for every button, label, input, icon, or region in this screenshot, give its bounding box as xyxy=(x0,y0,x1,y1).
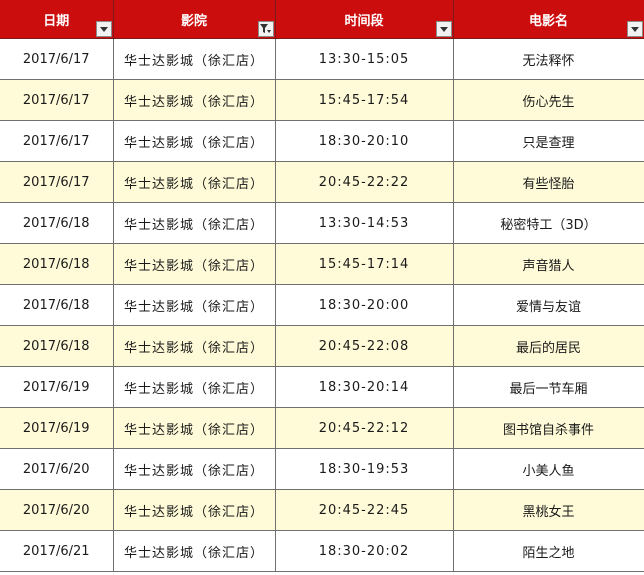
header-row: 日期 影院 时间段 电影名 xyxy=(0,0,644,39)
filter-applied-icon[interactable] xyxy=(257,21,274,37)
dropdown-arrow-icon[interactable] xyxy=(626,21,643,37)
date-cell[interactable]: 2017/6/19 xyxy=(0,366,114,408)
table-row: 2017/6/19 华士达影城（徐汇店） 20:45-22:12 图书馆自杀事件 xyxy=(0,407,644,449)
table-row: 2017/6/17 华士达影城（徐汇店） 15:45-17:54 伤心先生 xyxy=(0,79,644,121)
table-row: 2017/6/17 华士达影城（徐汇店） 20:45-22:22 有些怪胎 xyxy=(0,161,644,203)
column-header-time[interactable]: 时间段 xyxy=(275,0,454,39)
movie-cell[interactable]: 图书馆自杀事件 xyxy=(453,407,644,449)
column-header-label: 电影名 xyxy=(528,13,568,29)
cinema-cell[interactable]: 华士达影城（徐汇店） xyxy=(113,448,276,490)
time-cell[interactable]: 18:30-20:14 xyxy=(275,366,454,408)
table-row: 2017/6/20 华士达影城（徐汇店） 18:30-19:53 小美人鱼 xyxy=(0,448,644,490)
movie-schedule-table: 日期 影院 时间段 电影名 2017/6/17 华士达影城（徐汇店） 13:30… xyxy=(0,0,644,572)
table-row: 2017/6/19 华士达影城（徐汇店） 18:30-20:14 最后一节车厢 xyxy=(0,366,644,408)
date-cell[interactable]: 2017/6/19 xyxy=(0,407,114,449)
table-row: 2017/6/18 华士达影城（徐汇店） 13:30-14:53 秘密特工（3D） xyxy=(0,202,644,244)
dropdown-arrow-icon[interactable] xyxy=(435,21,452,37)
time-cell[interactable]: 18:30-20:00 xyxy=(275,284,454,326)
column-header-label: 日期 xyxy=(43,13,70,29)
date-cell[interactable]: 2017/6/17 xyxy=(0,161,114,203)
time-cell[interactable]: 18:30-19:53 xyxy=(275,448,454,490)
time-cell[interactable]: 15:45-17:14 xyxy=(275,243,454,285)
movie-cell[interactable]: 最后一节车厢 xyxy=(453,366,644,408)
table-row: 2017/6/21 华士达影城（徐汇店） 18:30-20:02 陌生之地 xyxy=(0,530,644,572)
table-row: 2017/6/20 华士达影城（徐汇店） 20:45-22:45 黑桃女王 xyxy=(0,489,644,531)
time-cell[interactable]: 13:30-15:05 xyxy=(275,38,454,80)
column-header-label: 时间段 xyxy=(344,13,384,29)
cinema-cell[interactable]: 华士达影城（徐汇店） xyxy=(113,407,276,449)
date-cell[interactable]: 2017/6/20 xyxy=(0,489,114,531)
table-row: 2017/6/17 华士达影城（徐汇店） 13:30-15:05 无法释怀 xyxy=(0,38,644,80)
date-cell[interactable]: 2017/6/18 xyxy=(0,325,114,367)
time-cell[interactable]: 20:45-22:12 xyxy=(275,407,454,449)
movie-cell[interactable]: 黑桃女王 xyxy=(453,489,644,531)
table-row: 2017/6/18 华士达影城（徐汇店） 15:45-17:14 声音猎人 xyxy=(0,243,644,285)
date-cell[interactable]: 2017/6/18 xyxy=(0,202,114,244)
dropdown-arrow-icon[interactable] xyxy=(95,21,112,37)
date-cell[interactable]: 2017/6/17 xyxy=(0,38,114,80)
movie-cell[interactable]: 爱情与友谊 xyxy=(453,284,644,326)
movie-cell[interactable]: 秘密特工（3D） xyxy=(453,202,644,244)
movie-cell[interactable]: 有些怪胎 xyxy=(453,161,644,203)
cinema-cell[interactable]: 华士达影城（徐汇店） xyxy=(113,79,276,121)
cinema-cell[interactable]: 华士达影城（徐汇店） xyxy=(113,325,276,367)
movie-cell[interactable]: 声音猎人 xyxy=(453,243,644,285)
time-cell[interactable]: 15:45-17:54 xyxy=(275,79,454,121)
column-header-label: 影院 xyxy=(180,13,207,29)
cinema-cell[interactable]: 华士达影城（徐汇店） xyxy=(113,284,276,326)
time-cell[interactable]: 18:30-20:02 xyxy=(275,530,454,572)
cinema-cell[interactable]: 华士达影城（徐汇店） xyxy=(113,161,276,203)
column-header-movie[interactable]: 电影名 xyxy=(453,0,644,39)
date-cell[interactable]: 2017/6/18 xyxy=(0,284,114,326)
cinema-cell[interactable]: 华士达影城（徐汇店） xyxy=(113,530,276,572)
date-cell[interactable]: 2017/6/21 xyxy=(0,530,114,572)
date-cell[interactable]: 2017/6/18 xyxy=(0,243,114,285)
table-row: 2017/6/18 华士达影城（徐汇店） 20:45-22:08 最后的居民 xyxy=(0,325,644,367)
table-row: 2017/6/18 华士达影城（徐汇店） 18:30-20:00 爱情与友谊 xyxy=(0,284,644,326)
date-cell[interactable]: 2017/6/17 xyxy=(0,79,114,121)
movie-cell[interactable]: 无法释怀 xyxy=(453,38,644,80)
cinema-cell[interactable]: 华士达影城（徐汇店） xyxy=(113,120,276,162)
cinema-cell[interactable]: 华士达影城（徐汇店） xyxy=(113,38,276,80)
date-cell[interactable]: 2017/6/17 xyxy=(0,120,114,162)
movie-cell[interactable]: 最后的居民 xyxy=(453,325,644,367)
column-header-cinema[interactable]: 影院 xyxy=(113,0,276,39)
cinema-cell[interactable]: 华士达影城（徐汇店） xyxy=(113,202,276,244)
column-header-date[interactable]: 日期 xyxy=(0,0,114,39)
movie-cell[interactable]: 伤心先生 xyxy=(453,79,644,121)
time-cell[interactable]: 20:45-22:45 xyxy=(275,489,454,531)
date-cell[interactable]: 2017/6/20 xyxy=(0,448,114,490)
time-cell[interactable]: 13:30-14:53 xyxy=(275,202,454,244)
cinema-cell[interactable]: 华士达影城（徐汇店） xyxy=(113,243,276,285)
movie-cell[interactable]: 陌生之地 xyxy=(453,530,644,572)
movie-cell[interactable]: 只是查理 xyxy=(453,120,644,162)
cinema-cell[interactable]: 华士达影城（徐汇店） xyxy=(113,366,276,408)
cinema-cell[interactable]: 华士达影城（徐汇店） xyxy=(113,489,276,531)
spreadsheet: 日期 影院 时间段 电影名 2017/6/17 华士达影城（徐汇店） 13:30… xyxy=(0,0,644,575)
table-row: 2017/6/17 华士达影城（徐汇店） 18:30-20:10 只是查理 xyxy=(0,120,644,162)
time-cell[interactable]: 18:30-20:10 xyxy=(275,120,454,162)
time-cell[interactable]: 20:45-22:08 xyxy=(275,325,454,367)
movie-cell[interactable]: 小美人鱼 xyxy=(453,448,644,490)
time-cell[interactable]: 20:45-22:22 xyxy=(275,161,454,203)
